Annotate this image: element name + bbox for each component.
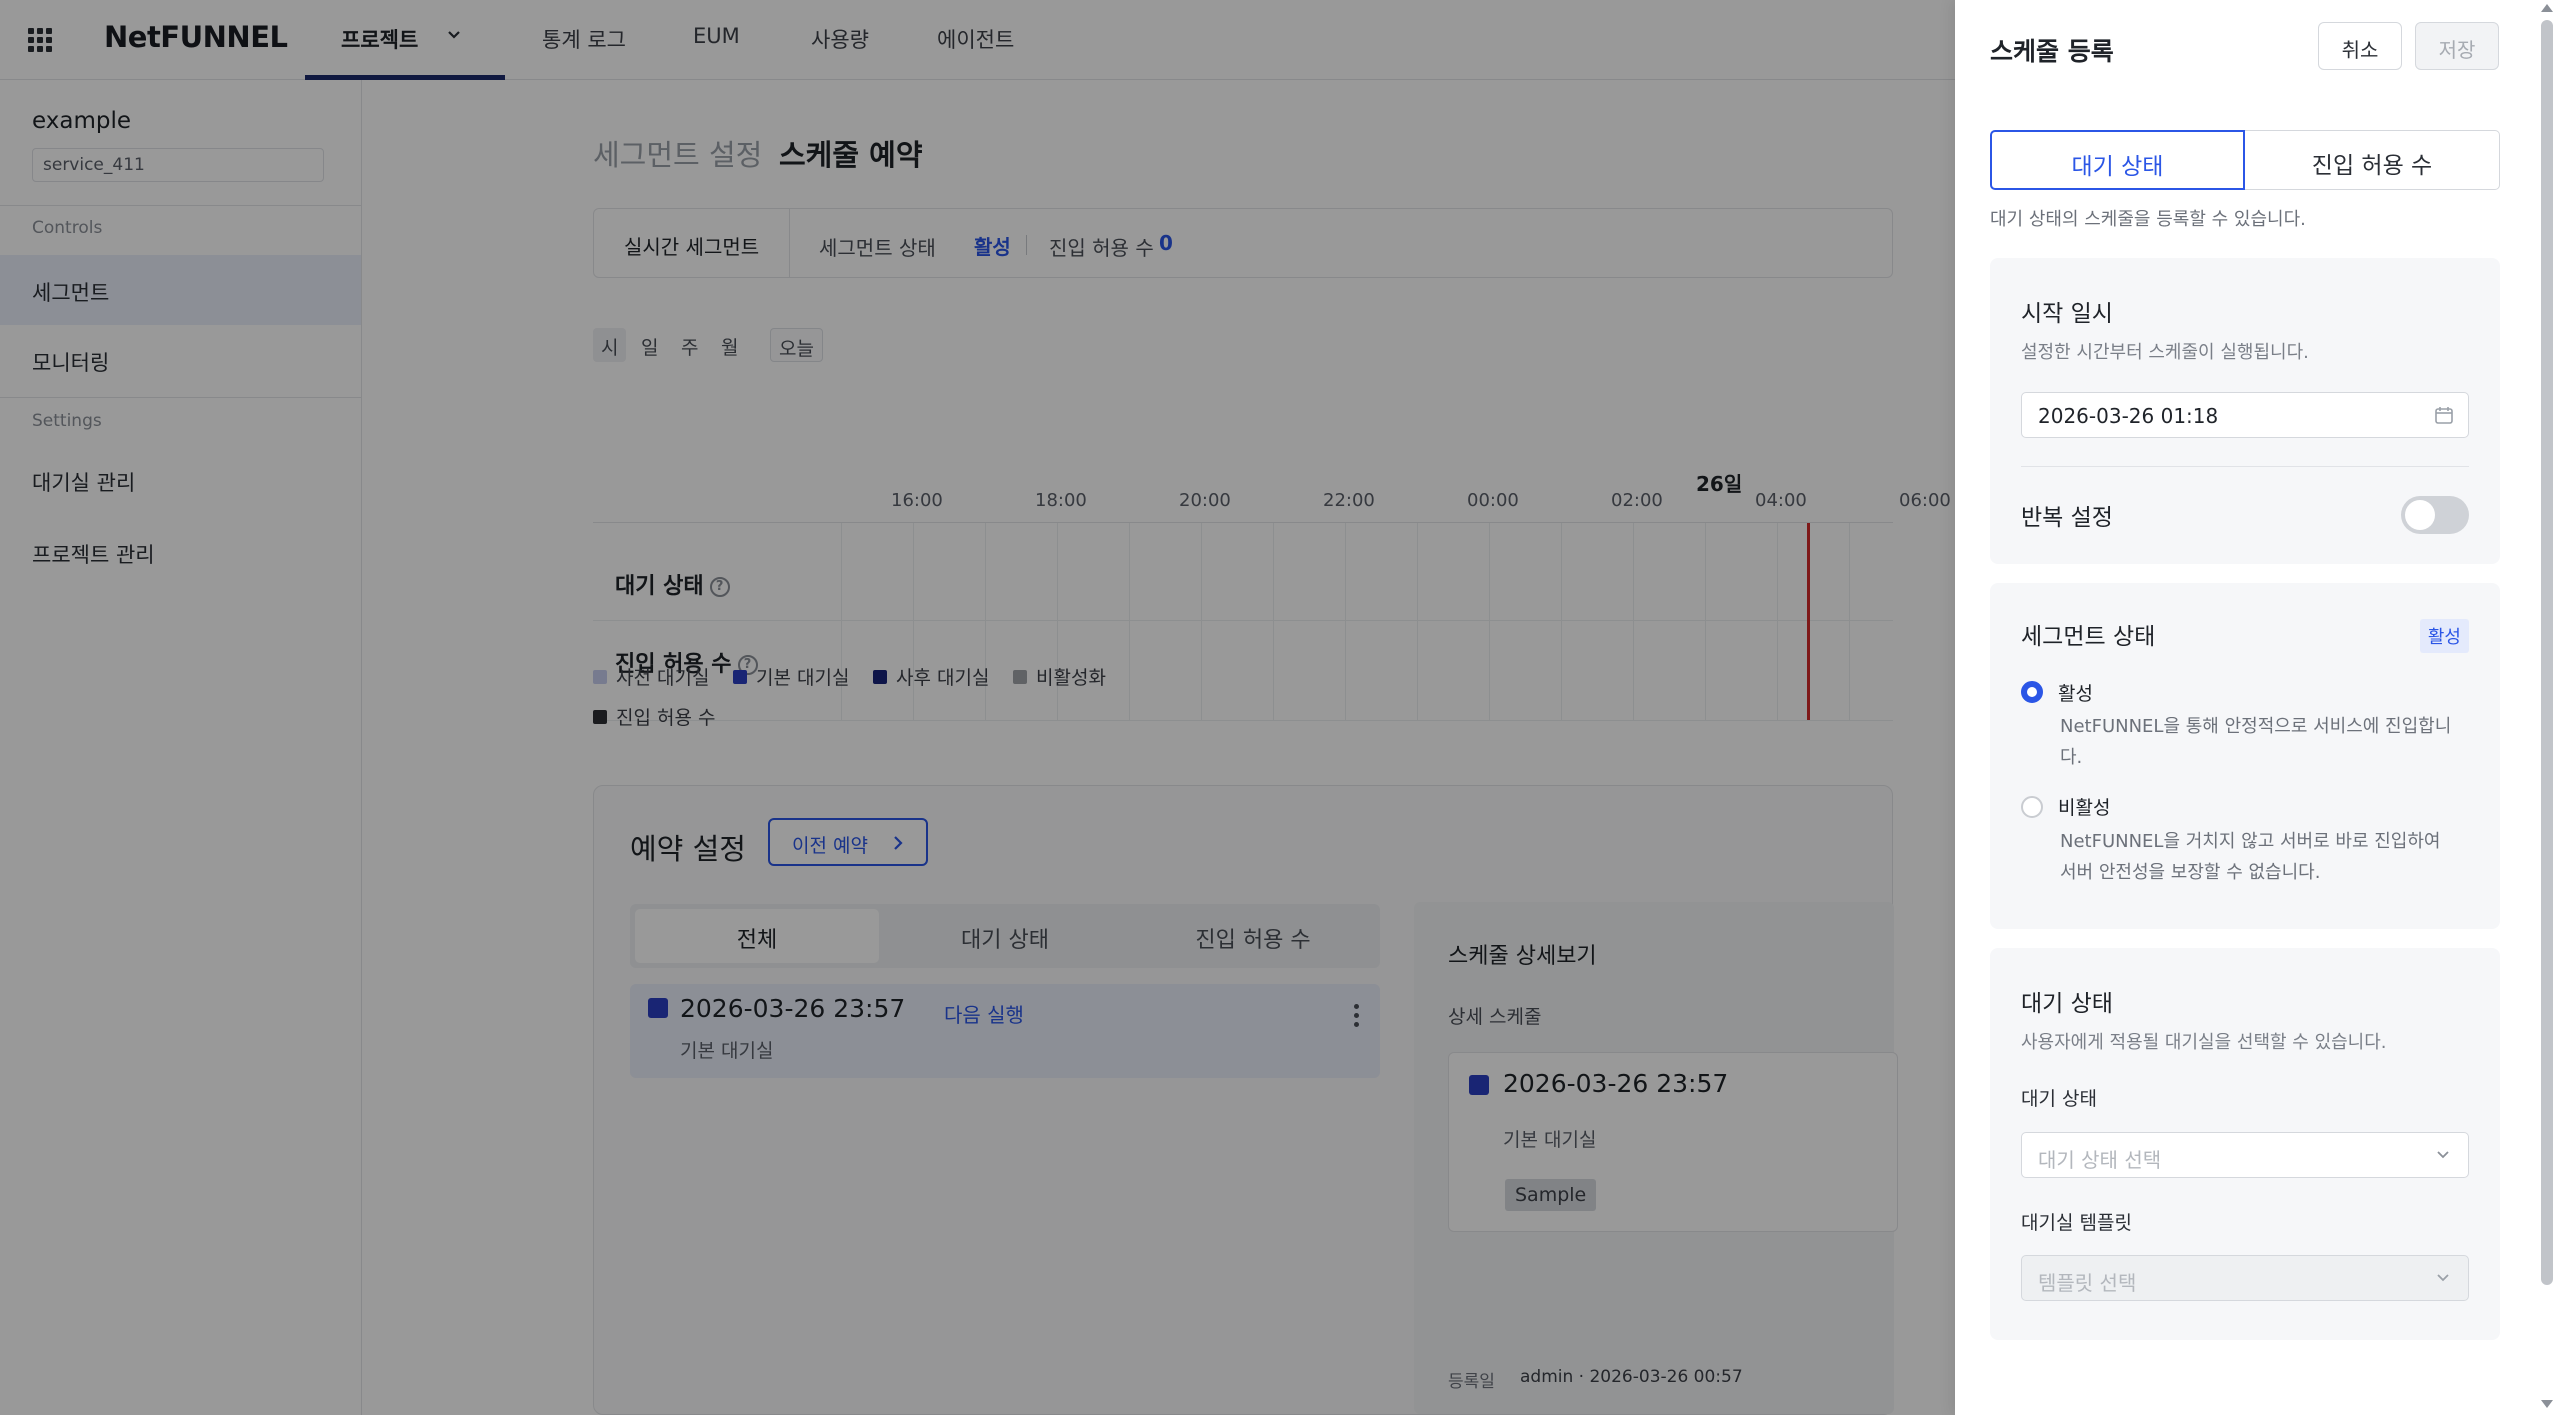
start-datetime-input[interactable]: 2026-03-26 01:18: [2021, 392, 2469, 438]
start-datetime-value: 2026-03-26 01:18: [2038, 404, 2219, 428]
repeat-label: 반복 설정: [2021, 505, 2113, 531]
wait-state-placeholder: 대기 상태 선택: [2038, 1148, 2162, 1172]
wait-state-card: 대기 상태 사용자에게 적용될 대기실을 선택할 수 있습니다. 대기 상태 대…: [1990, 948, 2500, 1340]
radio-active-label[interactable]: 활성: [2058, 679, 2093, 706]
repeat-toggle-switch[interactable]: [2401, 496, 2469, 534]
card-divider: [2021, 466, 2469, 467]
chevron-down-icon: [2437, 1151, 2449, 1159]
schedule-register-drawer: 스케줄 등록 취소 저장 대기 상태 진입 허용 수 대기 상태의 스케줄을 등…: [1955, 0, 2556, 1415]
toggle-wait-state[interactable]: 대기 상태: [1990, 130, 2245, 190]
radio-inactive-label[interactable]: 비활성: [2058, 793, 2110, 820]
template-field-label: 대기실 템플릿: [2021, 1212, 2132, 1234]
start-subtitle: 설정한 시간부터 스케줄이 실행됩니다.: [2021, 342, 2309, 363]
save-button[interactable]: 저장: [2415, 22, 2499, 70]
template-placeholder: 템플릿 선택: [2038, 1271, 2137, 1295]
drawer-hint: 대기 상태의 스케줄을 등록할 수 있습니다.: [1990, 209, 2306, 230]
segment-status-card: 세그먼트 상태 활성 활성 NetFUNNEL을 통해 안정적으로 서비스에 진…: [1990, 583, 2500, 929]
drawer-title: 스케줄 등록: [1990, 37, 2114, 66]
cancel-button[interactable]: 취소: [2318, 22, 2402, 70]
radio-active-description: NetFUNNEL을 통해 안정적으로 서비스에 진입합니다.: [2060, 716, 2452, 768]
radio-inactive[interactable]: [2021, 796, 2043, 818]
template-select[interactable]: 템플릿 선택: [2021, 1255, 2469, 1301]
modal-overlay[interactable]: [0, 0, 1955, 1415]
radio-active[interactable]: [2021, 681, 2043, 703]
switch-knob: [2405, 500, 2435, 530]
scroll-down-arrow[interactable]: [2541, 1400, 2553, 1408]
segment-status-title: 세그먼트 상태: [2021, 624, 2156, 650]
wait-state-title: 대기 상태: [2021, 991, 2113, 1017]
schedule-type-toggle: 대기 상태 진입 허용 수: [1990, 130, 2500, 190]
scrollbar-thumb[interactable]: [2541, 20, 2553, 1285]
start-datetime-card: 시작 일시 설정한 시간부터 스케줄이 실행됩니다. 2026-03-26 01…: [1990, 258, 2500, 564]
radio-inactive-description: NetFUNNEL을 거치지 않고 서버로 바로 진입하여 서버 안전성을 보장…: [2060, 831, 2441, 883]
wait-state-field-label: 대기 상태: [2021, 1088, 2097, 1110]
toggle-allow-count[interactable]: 진입 허용 수: [2245, 130, 2500, 190]
wait-state-subtitle: 사용자에게 적용될 대기실을 선택할 수 있습니다.: [2021, 1032, 2387, 1053]
chevron-down-icon: [2437, 1274, 2449, 1282]
calendar-icon: [2435, 407, 2453, 424]
start-title: 시작 일시: [2021, 301, 2113, 327]
status-badge: 활성: [2419, 619, 2469, 653]
wait-state-select[interactable]: 대기 상태 선택: [2021, 1132, 2469, 1178]
scroll-up-arrow[interactable]: [2541, 4, 2553, 12]
